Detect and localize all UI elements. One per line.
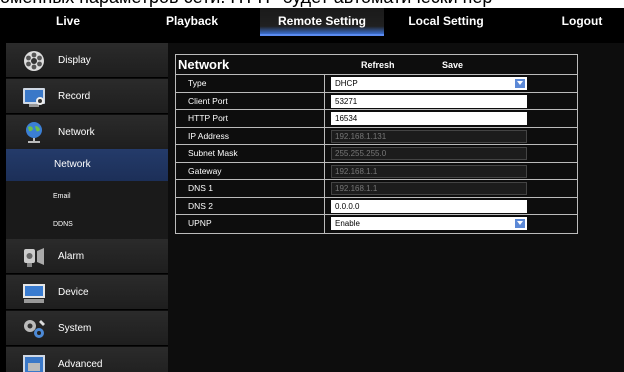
field-row-dns2: DNS 2 0.0.0.0 — [176, 197, 577, 215]
caption-strip: оменных параметров сети. НТТР будет авто… — [0, 0, 624, 8]
sidebar-item-label: Device — [58, 287, 89, 298]
main-panel: Network Refresh Save Type DHCP Client Po… — [168, 43, 624, 372]
sidebar-subitem-label: DDNS — [53, 221, 73, 228]
gears-icon — [21, 317, 47, 341]
ip-address-input: 192.168.1.131 — [331, 129, 527, 143]
field-label: DNS 2 — [176, 197, 325, 214]
field-label: UPNP — [176, 215, 325, 233]
http-port-input[interactable]: 16534 — [331, 112, 527, 125]
sidebar-item-system[interactable]: System — [6, 311, 168, 346]
globe-network-icon — [21, 121, 47, 145]
subnet-mask-input: 255.255.255.0 — [331, 147, 527, 160]
network-header: Network Refresh Save — [176, 55, 577, 75]
chevron-down-icon[interactable] — [515, 79, 525, 88]
tab-remote-setting[interactable]: Remote Setting — [260, 8, 384, 36]
dns2-input[interactable]: 0.0.0.0 — [331, 199, 527, 213]
field-row-http-port: HTTP Port 16534 — [176, 110, 577, 128]
sidebar: Display Record Network Network Email DDN… — [6, 43, 168, 372]
field-row-gateway: Gateway 192.168.1.1 — [176, 162, 577, 180]
field-row-ip-address: IP Address 192.168.1.131 — [176, 127, 577, 145]
tab-playback[interactable]: Playback — [124, 8, 260, 36]
tab-local-setting[interactable]: Local Setting — [384, 8, 508, 36]
sidebar-item-device[interactable]: Device — [6, 275, 168, 310]
field-label: HTTP Port — [176, 110, 325, 127]
device-drive-icon — [21, 281, 47, 305]
tab-logout[interactable]: Logout — [540, 8, 624, 36]
monitor-record-icon — [21, 85, 47, 109]
field-row-upnp: UPNP Enable — [176, 215, 577, 233]
sidebar-item-label: Network — [58, 127, 95, 138]
sidebar-item-record[interactable]: Record — [6, 79, 168, 114]
alarm-siren-icon — [21, 245, 47, 269]
sidebar-item-label: Display — [58, 55, 91, 66]
dns1-input: 192.168.1.1 — [331, 182, 527, 195]
sidebar-item-label: System — [58, 323, 92, 334]
field-row-dns1: DNS 1 192.168.1.1 — [176, 180, 577, 198]
film-reel-icon — [21, 49, 47, 73]
sidebar-item-label: Alarm — [58, 251, 85, 262]
sidebar-item-display[interactable]: Display — [6, 43, 168, 78]
client-port-input[interactable]: 53271 — [331, 94, 527, 108]
upnp-select-value: Enable — [335, 219, 360, 228]
sidebar-item-network[interactable]: Network — [6, 115, 168, 150]
field-label: IP Address — [176, 127, 325, 144]
chevron-down-icon[interactable] — [515, 219, 525, 228]
field-row-type: Type DHCP — [176, 75, 577, 93]
tab-live[interactable]: Live — [0, 8, 136, 36]
field-label: DNS 1 — [176, 180, 325, 197]
top-nav: Live Playback Remote Setting Local Setti… — [0, 8, 624, 36]
refresh-button[interactable]: Refresh — [361, 55, 395, 75]
type-select-value: DHCP — [335, 79, 358, 88]
type-select[interactable]: DHCP — [331, 77, 527, 90]
field-label: Gateway — [176, 162, 325, 179]
sidebar-subitem-network[interactable]: Network — [6, 149, 168, 181]
field-row-subnet-mask: Subnet Mask 255.255.255.0 — [176, 145, 577, 163]
field-label: Client Port — [176, 92, 325, 109]
sidebar-subitem-label: Network — [54, 159, 91, 170]
sidebar-subitem-ddns[interactable]: DDNS — [6, 209, 168, 241]
sidebar-item-alarm[interactable]: Alarm — [6, 239, 168, 274]
field-label: Subnet Mask — [176, 145, 325, 162]
sidebar-item-advanced[interactable]: Advanced — [6, 347, 168, 372]
sidebar-item-label: Record — [58, 91, 91, 102]
network-settings-table: Network Refresh Save Type DHCP Client Po… — [175, 54, 578, 234]
gateway-input: 192.168.1.1 — [331, 164, 527, 178]
sidebar-item-label: Advanced — [58, 359, 103, 370]
advanced-tools-icon — [21, 353, 47, 372]
field-row-client-port: Client Port 53271 — [176, 92, 577, 110]
caption-text: оменных параметров сети. НТТР будет авто… — [0, 0, 492, 8]
field-label: Type — [176, 75, 325, 92]
save-button[interactable]: Save — [442, 55, 463, 75]
upnp-select[interactable]: Enable — [331, 217, 527, 230]
page-title: Network — [178, 57, 230, 72]
